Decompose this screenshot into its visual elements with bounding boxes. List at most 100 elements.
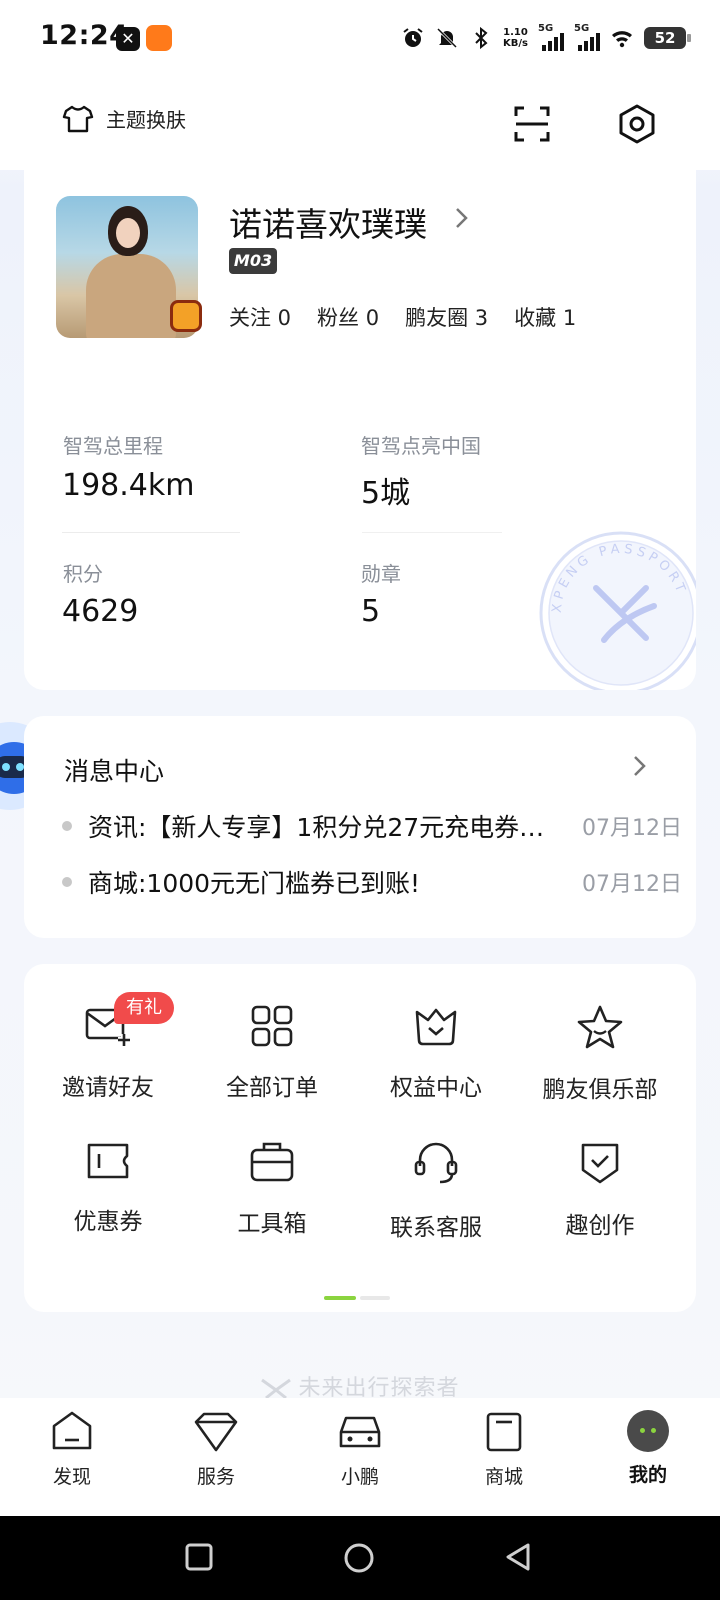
game-notification-icon <box>146 25 172 51</box>
chevron-right-icon[interactable] <box>632 754 648 778</box>
divider <box>62 532 240 533</box>
tab-label: 商城 <box>484 1466 523 1488</box>
bluetooth-icon <box>475 26 488 50</box>
bullet-icon <box>62 821 72 831</box>
car-model-tag: M03 <box>229 248 277 274</box>
wifi-icon <box>612 31 632 48</box>
grid-item-label: 鹏友俱乐部 <box>542 1077 658 1103</box>
divider <box>362 532 502 533</box>
bullet-icon <box>62 877 72 887</box>
home-icon[interactable] <box>343 1542 375 1574</box>
favorites-count[interactable]: 收藏 1 <box>514 302 576 332</box>
tab-me[interactable]: 我的 <box>576 1410 720 1487</box>
back-icon[interactable] <box>504 1542 532 1572</box>
user-name[interactable]: 诺诺喜欢璞璞 <box>229 198 427 246</box>
gift-badge: 有礼 <box>114 992 174 1024</box>
tshirt-icon <box>62 105 94 132</box>
app-notification-icon: ✕ <box>116 27 140 51</box>
circle-count[interactable]: 鹏友圈 3 <box>405 302 488 332</box>
customer-service-button[interactable]: 联系客服 <box>352 1140 520 1242</box>
headset-icon <box>414 1142 458 1184</box>
message-center-title: 消息中心 <box>64 757 165 786</box>
creation-button[interactable]: 趣创作 <box>516 1140 684 1240</box>
diamond-icon <box>194 1412 238 1452</box>
club-button[interactable]: 鹏友俱乐部 <box>516 1004 684 1104</box>
system-navigation-bar <box>0 1516 720 1600</box>
grid-item-label: 权益中心 <box>390 1075 482 1101</box>
net-speed-value: 1.10 <box>503 27 528 38</box>
message-date: 07月12日 <box>582 816 682 841</box>
all-orders-button[interactable]: 全部订单 <box>188 1004 356 1102</box>
signal-icon-sim1: 5G <box>538 23 564 51</box>
message-text: 商城:1000元无门槛券已到账! <box>88 869 421 898</box>
tab-discover[interactable]: 发现 <box>0 1410 144 1489</box>
message-item[interactable]: 商城:1000元无门槛券已到账! 07月12日 <box>62 864 682 900</box>
follow-count[interactable]: 关注 0 <box>229 302 291 332</box>
points-value[interactable]: 4629 <box>62 594 138 629</box>
discover-icon <box>52 1411 92 1450</box>
tab-label: 我的 <box>628 1464 667 1486</box>
benefits-center-button[interactable]: 权益中心 <box>352 1004 520 1102</box>
fans-count[interactable]: 粉丝 0 <box>317 302 379 332</box>
scan-icon[interactable] <box>512 104 552 144</box>
cities-value[interactable]: 5城 <box>361 468 410 512</box>
message-date: 07月12日 <box>582 872 682 897</box>
battery-indicator: 52 <box>644 27 691 49</box>
level-badge-icon <box>170 300 202 332</box>
top-header: 主题换肤 <box>0 78 720 170</box>
toolbox-icon <box>250 1142 294 1182</box>
message-item[interactable]: 资讯:【新人专享】1积分兑27元充电券,仅限新人 07月12日 <box>62 808 682 844</box>
shield-check-icon <box>581 1143 619 1184</box>
grid-item-label: 优惠券 <box>73 1209 143 1235</box>
invite-friends-button[interactable]: 邀请好友 有礼 <box>24 992 192 1102</box>
coupons-button[interactable]: 优惠券 <box>24 1140 192 1236</box>
feature-grid-card: 邀请好友 有礼 全部订单 权益中心 鹏友俱乐部 优惠券 工具箱 联系客服 趣创作 <box>24 964 696 1312</box>
grid-item-label: 联系客服 <box>390 1215 482 1241</box>
sim1-label: 5G <box>538 23 554 34</box>
grid-item-label: 邀请好友 <box>62 1075 154 1101</box>
sim2-label: 5G <box>574 23 590 34</box>
toolbox-button[interactable]: 工具箱 <box>188 1140 356 1238</box>
mute-bell-icon <box>436 27 458 49</box>
mileage-label: 智驾总里程 <box>63 434 163 458</box>
chevron-right-icon[interactable] <box>454 206 470 230</box>
tab-service[interactable]: 服务 <box>144 1410 288 1489</box>
passport-stamp-icon: XPENG PASSPORT <box>539 531 696 690</box>
net-speed: 1.10 KB/s <box>503 27 528 49</box>
theme-switch-button[interactable]: 主题换肤 <box>62 104 186 133</box>
xpeng-logo-icon <box>261 1378 292 1400</box>
tab-xpeng[interactable]: 小鹏 <box>288 1410 432 1489</box>
user-stats: 关注 0 粉丝 0 鹏友圈 3 收藏 1 <box>229 302 576 332</box>
settings-icon[interactable] <box>615 102 659 146</box>
medals-value[interactable]: 5 <box>361 594 380 629</box>
message-text: 资讯:【新人专享】1积分兑27元充电券,仅限新人 <box>88 813 546 842</box>
grid-item-label: 工具箱 <box>237 1211 307 1237</box>
tab-label: 小鹏 <box>340 1466 379 1488</box>
status-bar: 12:24 ✕ 1.10 KB/s 5G 5G 52 <box>0 0 720 78</box>
bottom-tab-bar: 发现 服务 小鹏 商城 我的 <box>0 1398 720 1516</box>
coupon-icon <box>87 1143 129 1179</box>
signal-icon-sim2: 5G <box>574 23 600 51</box>
tab-mall[interactable]: 商城 <box>432 1410 576 1489</box>
profile-card: 诺诺喜欢璞璞 M03 关注 0 粉丝 0 鹏友圈 3 收藏 1 智驾总里程 19… <box>24 168 696 690</box>
grid-icon <box>251 1005 293 1047</box>
theme-switch-label: 主题换肤 <box>106 108 186 132</box>
me-avatar-icon <box>627 1410 669 1452</box>
shopping-bag-icon <box>486 1412 522 1452</box>
alarm-icon <box>403 28 423 47</box>
grid-item-label: 趣创作 <box>565 1213 635 1239</box>
medals-label: 勋章 <box>361 562 401 586</box>
points-label: 积分 <box>63 562 103 586</box>
recent-apps-icon[interactable] <box>184 1542 214 1572</box>
page-indicator <box>324 1296 396 1300</box>
tab-label: 发现 <box>52 1466 91 1488</box>
message-center-card[interactable]: 消息中心 资讯:【新人专享】1积分兑27元充电券,仅限新人 07月12日 商城:… <box>24 716 696 938</box>
grid-item-label: 全部订单 <box>226 1075 318 1101</box>
mileage-value[interactable]: 198.4km <box>62 468 194 503</box>
crown-icon <box>415 1008 457 1046</box>
tab-label: 服务 <box>196 1466 235 1488</box>
star-icon <box>577 1005 623 1049</box>
cities-label: 智驾点亮中国 <box>361 434 481 458</box>
net-speed-unit: KB/s <box>503 38 528 49</box>
car-icon <box>339 1416 381 1448</box>
